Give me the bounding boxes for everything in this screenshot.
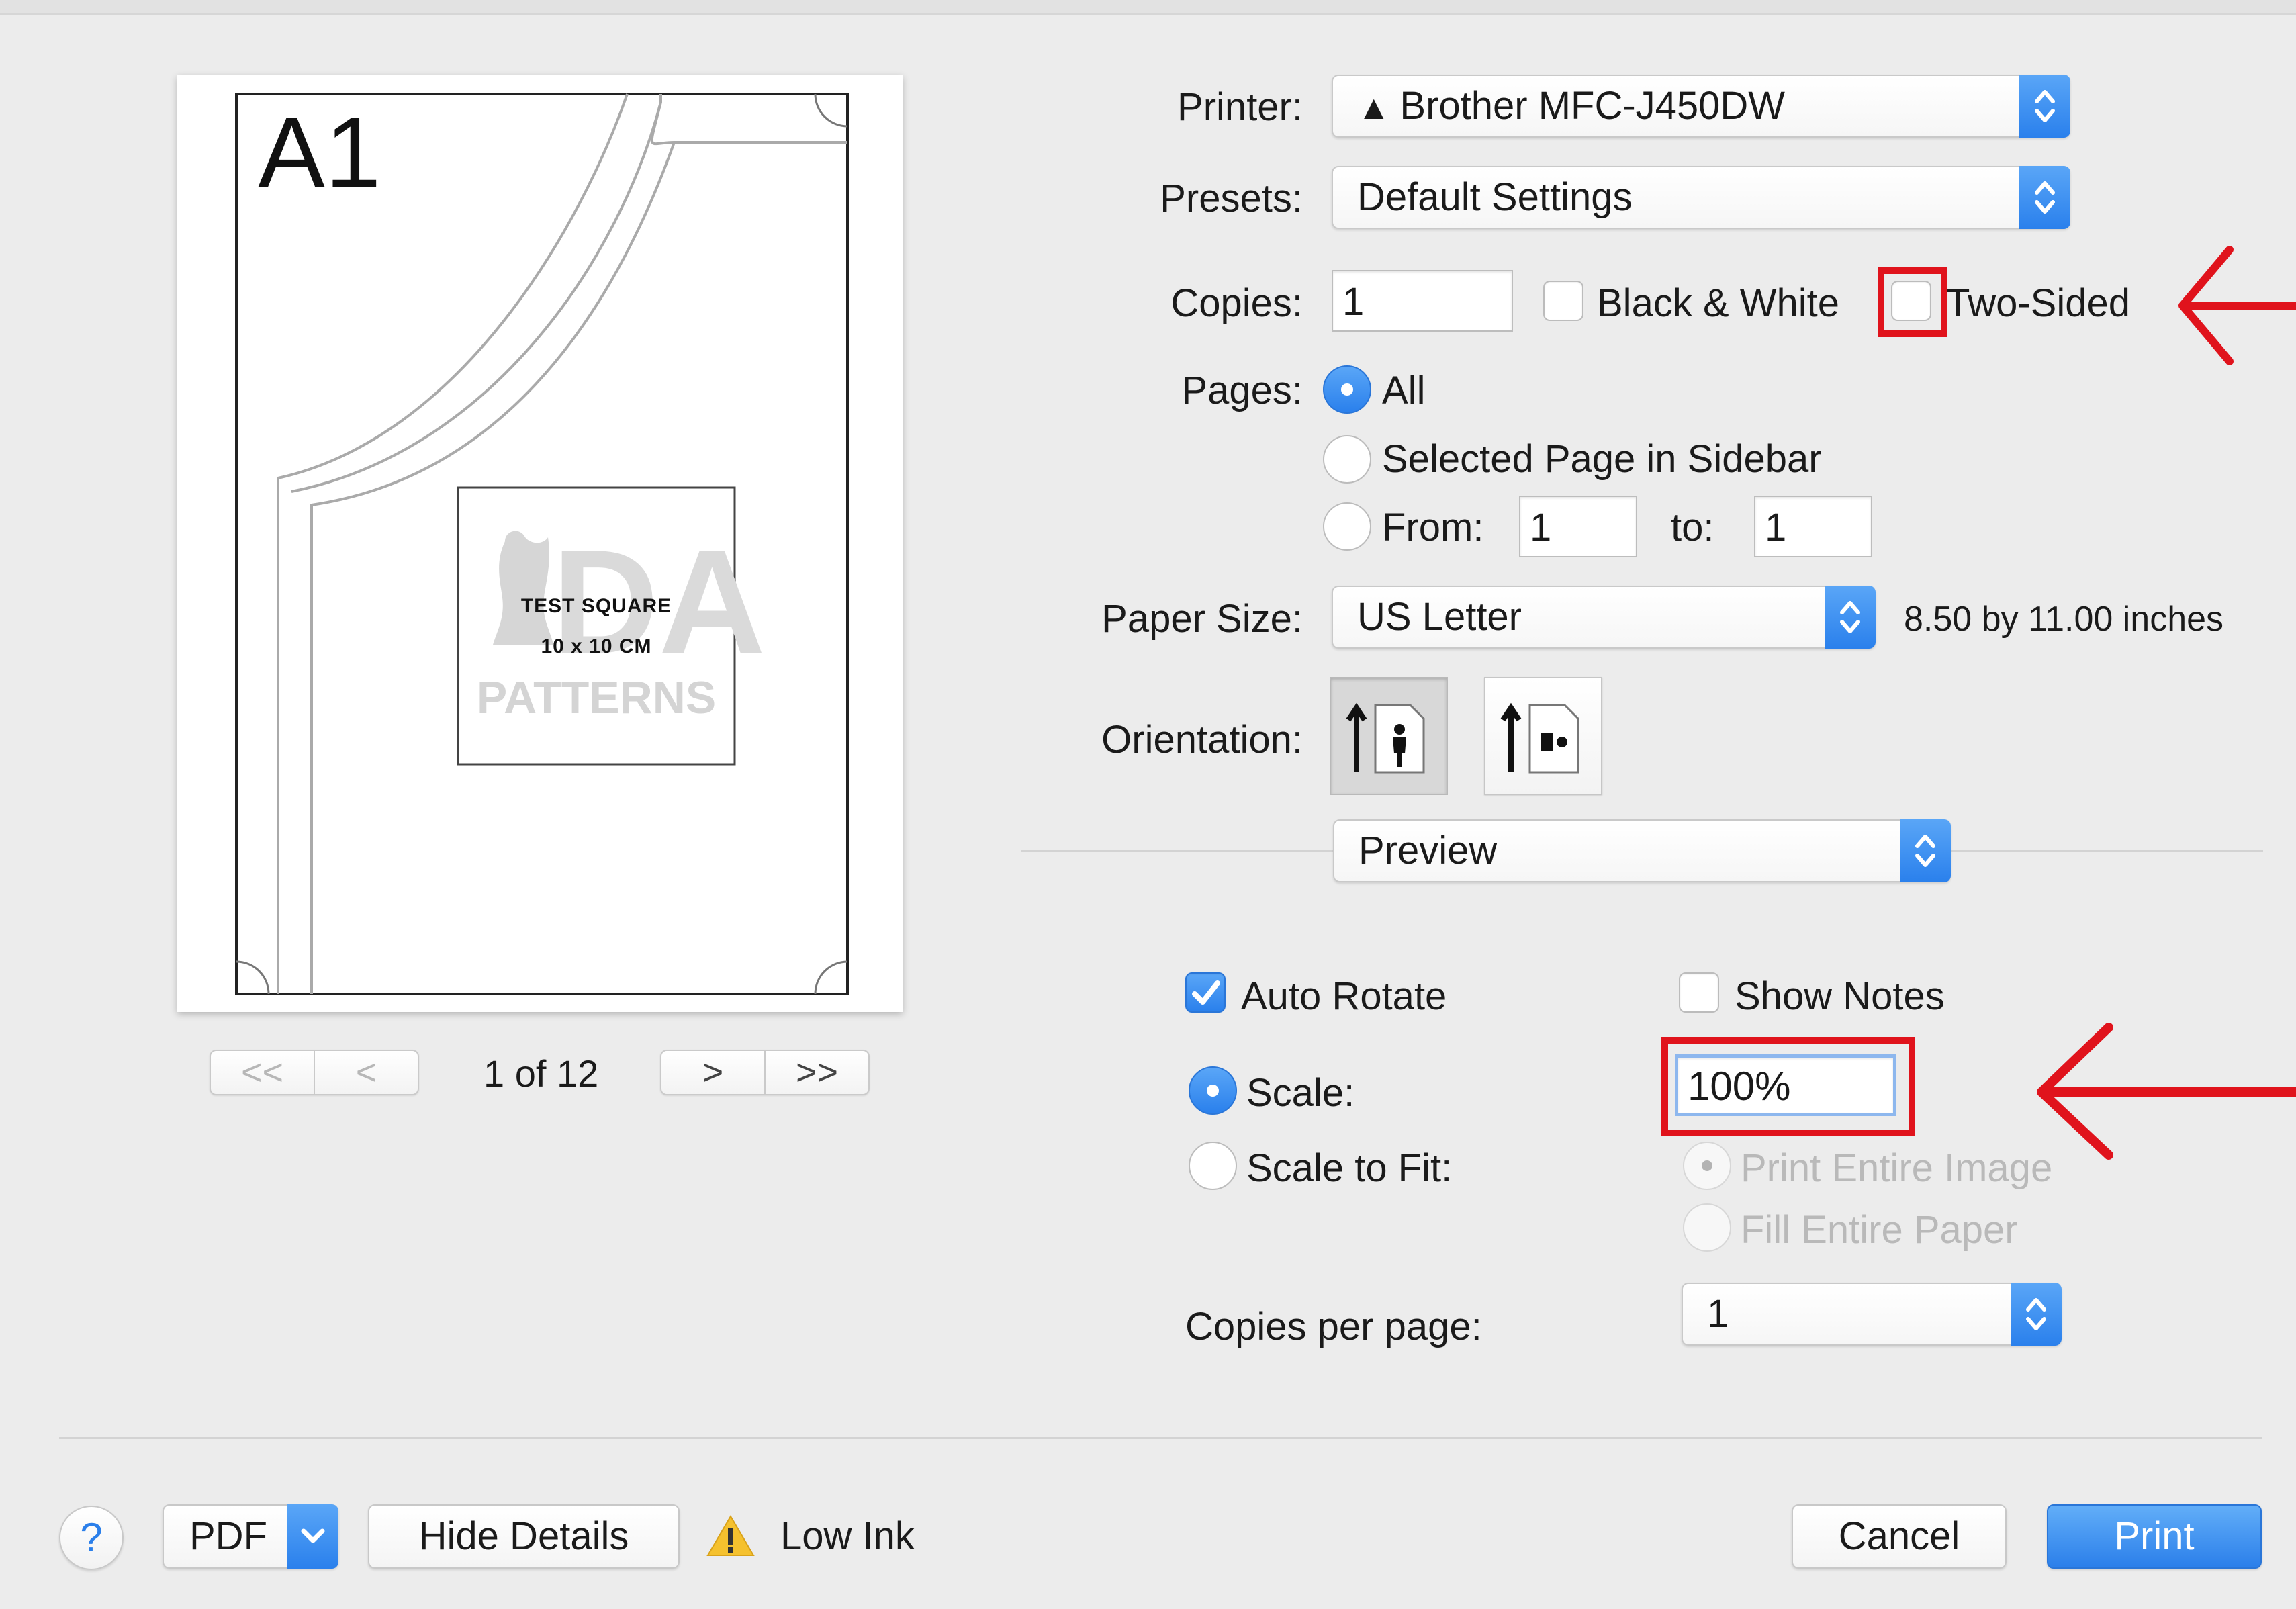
copies-label: Copies: [1170,281,1303,325]
print-entire-image-radio[interactable] [1683,1142,1731,1190]
scale-highlight [1661,1037,1915,1136]
pages-selected-radio[interactable] [1323,435,1371,484]
cancel-button[interactable]: Cancel [1792,1504,2007,1569]
page-indicator: 1 of 12 [484,1052,599,1095]
watermark-text: PATTERNS [476,672,717,723]
pages-selected-label: Selected Page in Sidebar [1382,437,1822,481]
scale-to-fit-radio[interactable] [1189,1142,1237,1190]
low-ink-label: Low Ink [780,1514,915,1558]
black-white-checkbox[interactable] [1543,281,1583,321]
section-popup-value: Preview [1359,829,1498,872]
section-popup[interactable]: Preview [1333,819,1951,882]
show-notes-label: Show Notes [1735,974,1945,1018]
orientation-label: Orientation: [1101,718,1303,762]
copies-per-page-label: Copies per page: [1185,1305,1482,1348]
paper-size-popup[interactable]: US Letter [1332,586,1876,649]
arrow-left-icon [2178,246,2296,365]
copies-per-page-popup[interactable]: 1 [1682,1283,2062,1346]
presets-stepper [2019,166,2070,229]
print-entire-image-label: Print Entire Image [1741,1146,2053,1190]
scale-radio[interactable] [1189,1066,1237,1115]
last-page-button[interactable]: >> [764,1051,868,1094]
presets-popup[interactable]: Default Settings [1332,166,2070,229]
printer-popup[interactable]: ▲ Brother MFC-J450DW [1332,75,2070,138]
section-stepper [1900,819,1951,882]
paper-dimensions: 8.50 by 11.00 inches [1904,600,2224,639]
two-sided-highlight [1878,267,1947,337]
pages-to-label: to: [1671,506,1714,549]
previous-page-button[interactable]: < [314,1051,418,1094]
two-sided-label: Two-Sided [1946,281,2131,325]
page-title: A1 [258,96,381,209]
pdf-menu-button[interactable]: PDF [163,1504,338,1569]
copies-per-page-value: 1 [1707,1292,1729,1336]
presets-label: Presets: [1160,177,1303,220]
chevron-up-down-icon [2035,181,2055,214]
first-page-button[interactable]: << [211,1051,314,1094]
window-top-edge [0,0,2296,15]
chevron-up-down-icon [2026,1298,2046,1330]
pages-to-field[interactable]: 1 [1754,496,1872,557]
test-square-title: TEST SQUARE [520,595,672,617]
copies-per-page-stepper [2011,1283,2062,1346]
pages-from-radio[interactable] [1323,502,1371,551]
warning-icon [706,1515,755,1556]
pages-label: Pages: [1181,369,1303,412]
chevron-up-down-icon [2035,90,2055,122]
chevron-up-down-icon [1915,835,1935,867]
black-white-label: Black & White [1597,281,1839,325]
pages-from-field[interactable]: 1 [1519,496,1637,557]
pages-all-radio[interactable] [1323,365,1371,414]
paper-size-label: Paper Size: [1101,597,1303,641]
checkmark-icon [1192,980,1220,1005]
landscape-icon [1500,702,1579,774]
chevron-down-icon [301,1528,325,1543]
chevron-up-down-icon [1840,601,1860,633]
paper-stepper [1825,586,1876,649]
hide-details-button[interactable]: Hide Details [368,1504,680,1569]
pages-from-label: From: [1382,506,1484,549]
printer-stepper [2019,75,2070,138]
warning-icon: ▲ [1357,89,1400,126]
copies-field[interactable]: 1 [1332,270,1513,332]
preview-nav-forward: > >> [660,1050,870,1095]
print-button[interactable]: Print [2047,1504,2262,1569]
pages-all-label: All [1382,369,1426,412]
scale-label: Scale: [1246,1071,1355,1115]
landscape-orientation-button[interactable] [1484,677,1602,795]
next-page-button[interactable]: > [661,1051,764,1094]
show-notes-checkbox[interactable] [1679,972,1719,1013]
presets-value: Default Settings [1357,175,1633,219]
arrow-left-icon [2037,1023,2296,1160]
test-square: DA TEST SQUARE 10 x 10 CM PATTERNS [458,488,766,764]
fill-entire-paper-radio[interactable] [1683,1203,1731,1252]
auto-rotate-label: Auto Rotate [1241,974,1447,1018]
print-preview-page: A1 DA TEST SQUARE 10 x 10 CM PATTERNS [177,75,903,1012]
auto-rotate-checkbox[interactable] [1185,972,1226,1013]
test-square-size: 10 x 10 CM [541,635,652,657]
printer-value: Brother MFC-J450DW [1399,84,1786,128]
portrait-icon [1346,702,1425,774]
printer-label: Printer: [1177,85,1303,129]
pdf-dropdown [287,1504,338,1569]
help-button[interactable]: ? [59,1506,124,1570]
pdf-label: PDF [189,1514,267,1558]
portrait-orientation-button[interactable] [1330,677,1448,795]
footer-divider [59,1437,2262,1439]
preview-nav-back: << < [210,1050,419,1095]
paper-size-value: US Letter [1357,595,1522,639]
scale-to-fit-label: Scale to Fit: [1246,1146,1453,1190]
fill-entire-paper-label: Fill Entire Paper [1741,1208,2018,1252]
